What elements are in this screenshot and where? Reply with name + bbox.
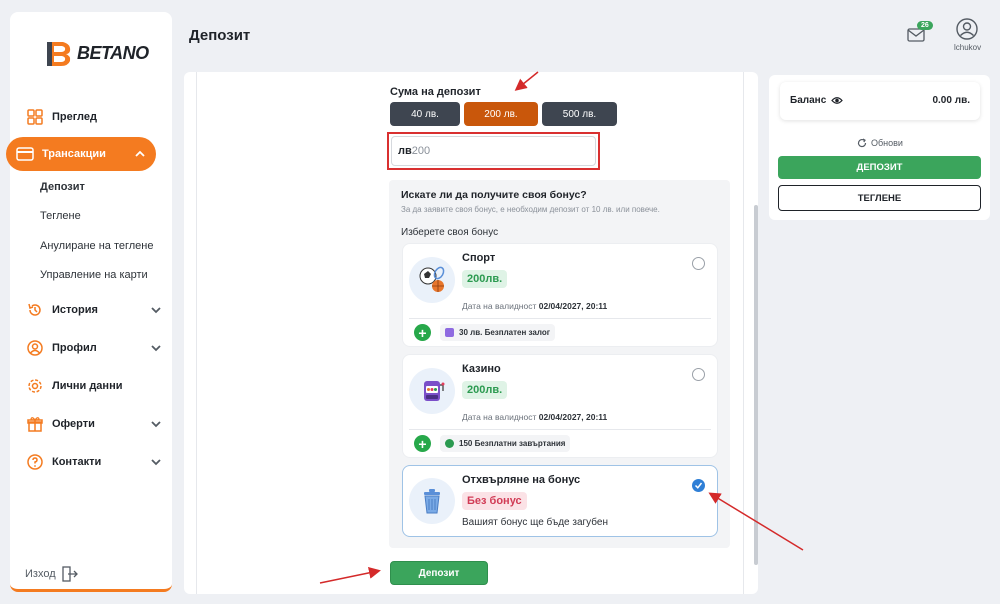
bonus-card-reject[interactable]: Отхвърляне на бонус Без бонус Вашият бон… [402,465,718,537]
sidebar-item-label: Оферти [52,418,95,430]
bonus-hint: За да заявите своя бонус, е необходим де… [401,205,660,214]
slot-machine-icon [409,368,455,414]
sidebar-item-label: Трансакции [42,148,106,160]
bonus-validity: Дата на валидност 02/04/2027, 20:11 [462,301,608,311]
amount-label: Сума на депозит [390,86,481,98]
bonus-choose-label: Изберете своя бонус [401,227,499,238]
sidebar-item-profile[interactable]: Профил [26,335,166,361]
bonus-question: Искате ли да получите своя бонус? [401,189,587,201]
balance-value: 0.00 лв. [932,95,970,106]
history-icon [26,301,44,319]
sidebar-item-overview[interactable]: Преглед [26,104,166,130]
bonus-validity: Дата на валидност 02/04/2027, 20:11 [462,412,608,422]
gift-icon [26,415,44,433]
sport-balls-icon [409,257,455,303]
bonus-amount-tag: 200лв. [462,270,508,288]
no-bonus-tag: Без бонус [462,492,527,510]
bonus-radio-casino[interactable] [692,368,705,381]
page-title: Депозит [189,27,251,44]
amount-value: 200 [411,145,431,157]
sidebar-item-contacts[interactable]: Контакти [26,449,166,475]
chevron-down-icon [151,421,161,428]
mail-icon[interactable] [907,28,925,42]
bonus-card-title: Отхвърляне на бонус [462,474,581,486]
help-icon [26,453,44,471]
profile-icon [26,339,44,357]
refresh-label: Обнови [871,138,903,148]
sidebar-subitem-withdraw[interactable]: Теглене [40,210,81,222]
sidebar-subitem-deposit[interactable]: Депозит [40,181,85,193]
scrollbar[interactable] [754,205,758,565]
bonus-perk: 150 Безплатни завъртания [440,435,571,452]
bonus-radio-sport[interactable] [692,257,705,270]
user-avatar-icon[interactable] [956,18,978,40]
refresh-button[interactable]: Обнови [857,138,903,148]
logout-label: Изход [25,568,56,580]
sidebar-item-offers[interactable]: Оферти [26,411,166,437]
sidebar-item-label: Лични данни [52,380,123,392]
trash-icon [409,478,455,524]
ticket-icon [445,328,454,337]
chevron-down-icon [151,307,161,314]
sidebar-item-label: Профил [52,342,97,354]
balance-deposit-button[interactable]: ДЕПОЗИТ [778,156,981,179]
bonus-amount-tag: 200лв. [462,381,508,399]
check-icon [694,482,703,489]
amount-input[interactable]: лв 200 [391,136,596,166]
sidebar-item-label: Преглед [52,111,97,123]
balance-label: Баланс [790,95,844,106]
brand-name: BETANO [77,42,149,63]
eye-icon[interactable] [831,96,844,105]
amount-200-button[interactable]: 200 лв. [464,102,538,126]
chevron-down-icon [151,345,161,352]
card-divider [409,318,711,319]
amount-500-button[interactable]: 500 лв. [542,102,617,126]
gear-icon [26,377,44,395]
sidebar-subitem-cancel-withdraw[interactable]: Анулиране на теглене [40,240,154,252]
balance-withdraw-button[interactable]: ТЕГЛЕНЕ [778,185,981,211]
sidebar-item-label: Контакти [52,456,102,468]
sidebar-item-history[interactable]: История [26,297,166,323]
deposit-submit-button[interactable]: Депозит [390,561,488,585]
card-divider [409,429,711,430]
bonus-radio-reject[interactable] [692,479,705,492]
sidebar-subitem-manage-cards[interactable]: Управление на карти [40,269,148,281]
sidebar-item-label: История [52,304,98,316]
plus-icon[interactable]: + [414,324,431,341]
username[interactable]: lchukov [954,43,981,52]
betano-logo-icon [47,42,71,66]
bonus-card-sport[interactable]: Спорт 200лв. Дата на валидност 02/04/202… [402,243,718,347]
bonus-lost-note: Вашият бонус ще бъде загубен [462,517,608,528]
bonus-card-title: Спорт [462,252,496,264]
balance-card: Баланс 0.00 лв. [780,82,980,120]
plus-icon[interactable]: + [414,435,431,452]
bonus-perk: 30 лв. Безплатен залог [440,324,556,341]
chevron-down-icon [151,459,161,466]
refresh-icon [857,138,867,148]
amount-40-button[interactable]: 40 лв. [390,102,460,126]
logout-button[interactable]: Изход [25,566,78,582]
spin-icon [445,439,454,448]
chevron-up-icon [135,150,145,157]
bonus-card-casino[interactable]: Казино 200лв. Дата на валидност 02/04/20… [402,354,718,458]
amount-currency: лв [398,145,412,157]
card-icon [16,145,34,163]
logout-icon [61,566,78,582]
sidebar-item-personal-data[interactable]: Лични данни [26,373,166,399]
mail-count-badge: 26 [917,21,933,30]
betano-logo[interactable]: BETANO [45,38,149,68]
grid-icon [26,108,44,126]
sidebar-item-transactions[interactable]: Трансакции [6,137,156,171]
bonus-card-title: Казино [462,363,501,375]
